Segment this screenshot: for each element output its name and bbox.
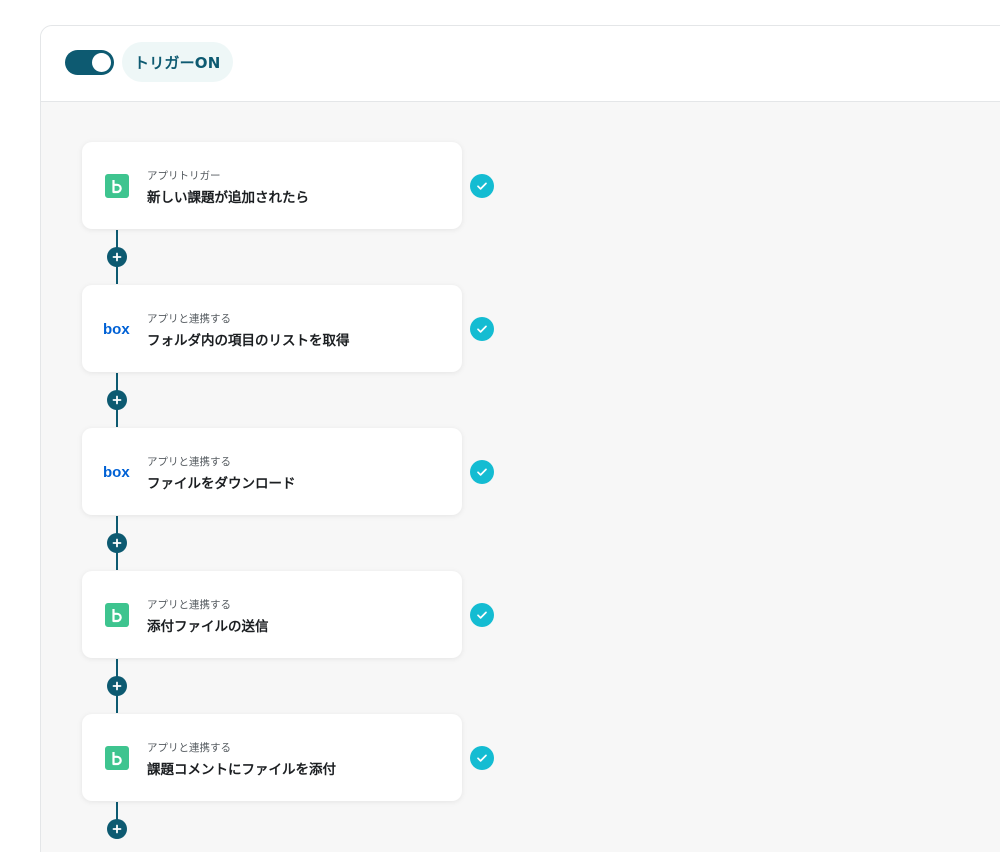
trigger-status-badge: トリガーON (122, 42, 233, 82)
step-title: 添付ファイルの送信 (147, 619, 269, 635)
plus-icon (112, 681, 122, 691)
step-complete-check (470, 603, 494, 627)
svg-text:box: box (103, 465, 130, 479)
step-complete-check (470, 174, 494, 198)
step-type-label: アプリと連携する (147, 742, 231, 754)
plus-icon (112, 824, 122, 834)
box-logo-icon: box (103, 316, 131, 342)
step-complete-check (470, 317, 494, 341)
step-type-label: アプリと連携する (147, 599, 231, 611)
flow-step-card[interactable]: アプリと連携する 課題コメントにファイルを添付 (82, 714, 462, 801)
plus-icon (112, 538, 122, 548)
check-icon (477, 182, 487, 190)
backlog-icon (103, 745, 131, 771)
add-step-button[interactable] (107, 390, 127, 410)
add-step-button[interactable] (107, 676, 127, 696)
svg-text:box: box (103, 322, 130, 336)
flow-step-card[interactable]: box アプリと連携する ファイルをダウンロード (82, 428, 462, 515)
step-title: 新しい課題が追加されたら (147, 190, 309, 206)
step-complete-check (470, 460, 494, 484)
add-step-button[interactable] (107, 533, 127, 553)
box-logo-icon: box (103, 459, 131, 485)
step-title: ファイルをダウンロード (147, 476, 296, 492)
step-title: フォルダ内の項目のリストを取得 (147, 333, 350, 349)
step-type-label: アプリと連携する (147, 456, 231, 468)
check-icon (477, 325, 487, 333)
toggle-knob (92, 53, 111, 72)
add-step-button[interactable] (107, 819, 127, 839)
backlog-icon (103, 173, 131, 199)
step-type-label: アプリトリガー (147, 170, 221, 182)
add-step-button[interactable] (107, 247, 127, 267)
flow-step-card[interactable]: アプリトリガー 新しい課題が追加されたら (82, 142, 462, 229)
plus-icon (112, 252, 122, 262)
check-icon (477, 754, 487, 762)
step-title: 課題コメントにファイルを添付 (147, 762, 336, 778)
step-complete-check (470, 746, 494, 770)
trigger-toggle[interactable] (65, 50, 114, 75)
check-icon (477, 468, 487, 476)
step-type-label: アプリと連携する (147, 313, 231, 325)
trigger-status-label: トリガーON (134, 53, 221, 72)
plus-icon (112, 395, 122, 405)
check-icon (477, 611, 487, 619)
flow-step-card[interactable]: アプリと連携する 添付ファイルの送信 (82, 571, 462, 658)
flow-panel: トリガーON アプリトリガー 新しい課題が追加されたら box アプリと連携する (40, 25, 1000, 852)
flow-header: トリガーON (41, 26, 1000, 102)
flow-step-card[interactable]: box アプリと連携する フォルダ内の項目のリストを取得 (82, 285, 462, 372)
backlog-icon (103, 602, 131, 628)
